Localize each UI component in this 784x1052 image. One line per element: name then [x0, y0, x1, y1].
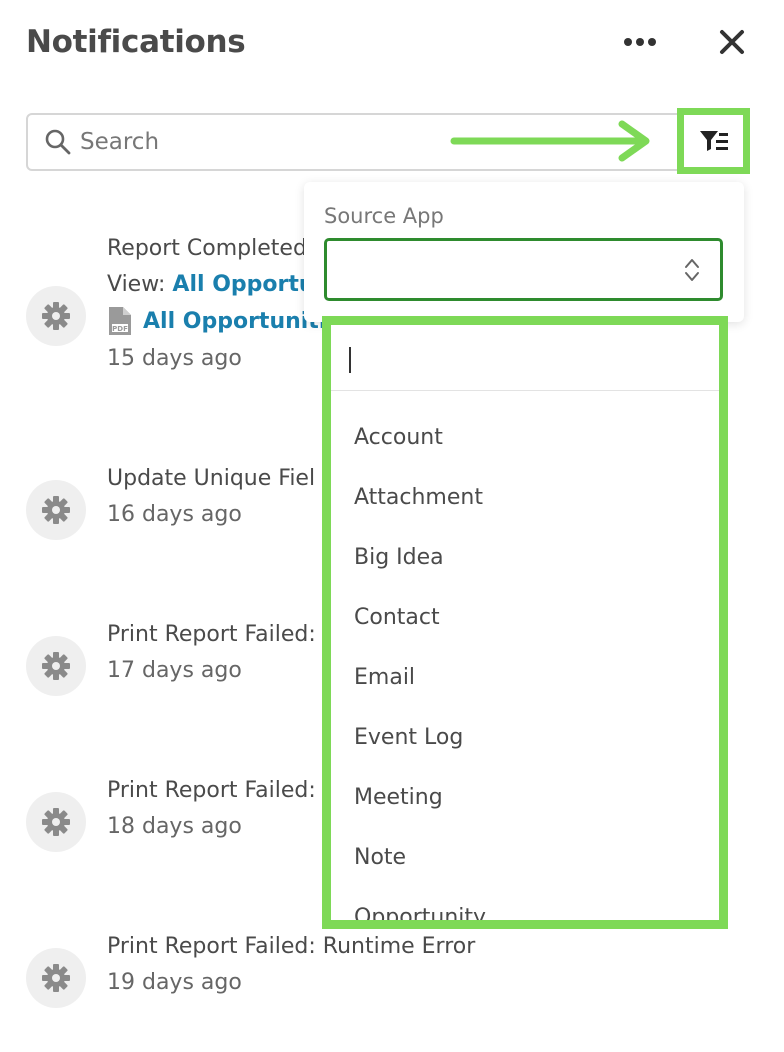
source-app-label: Source App — [324, 204, 444, 228]
notification-avatar — [26, 948, 86, 1008]
search-input[interactable] — [80, 125, 440, 159]
filter-button[interactable] — [677, 108, 750, 174]
notification-title: Print Report Failed: Runtime Error — [107, 934, 476, 959]
source-app-dropdown: Account Attachment Big Idea Contact Emai… — [322, 316, 728, 929]
dropdown-option[interactable]: Opportunity — [354, 905, 486, 920]
view-label: View: — [107, 272, 173, 297]
dropdown-option[interactable]: Event Log — [354, 725, 463, 750]
page-title: Notifications — [26, 24, 246, 60]
notification-time: 15 days ago — [107, 346, 242, 371]
view-link[interactable]: All Opportu — [172, 272, 314, 297]
notifications-panel: Notifications Search Report Completed Vi… — [0, 0, 784, 1052]
gear-icon — [42, 808, 70, 836]
close-button[interactable] — [712, 22, 752, 62]
dropdown-option[interactable]: Note — [354, 845, 406, 870]
gear-icon — [42, 496, 70, 524]
dropdown-option[interactable]: Attachment — [354, 485, 483, 510]
dropdown-option[interactable]: Contact — [354, 605, 440, 630]
notification-avatar — [26, 286, 86, 346]
ellipsis-icon — [624, 38, 656, 46]
text-cursor — [349, 347, 351, 373]
dropdown-option[interactable]: Meeting — [354, 785, 443, 810]
notification-title: Report Completed — [107, 236, 307, 261]
dropdown-option[interactable]: Account — [354, 425, 443, 450]
pdf-file-icon: PDF — [109, 307, 131, 335]
notification-title: Update Unique Fiel — [107, 466, 316, 491]
notification-avatar — [26, 480, 86, 540]
notification-time: 16 days ago — [107, 502, 242, 527]
dropdown-option[interactable]: Email — [354, 665, 415, 690]
svg-text:PDF: PDF — [112, 325, 128, 333]
dropdown-search-input[interactable] — [331, 325, 719, 391]
search-icon — [45, 129, 71, 155]
gear-icon — [42, 964, 70, 992]
gear-icon — [42, 302, 70, 330]
notification-avatar — [26, 792, 86, 852]
notification-view-line: View: All Opportu — [107, 272, 315, 297]
source-app-select[interactable] — [324, 238, 723, 301]
close-icon — [720, 30, 744, 54]
more-options-button[interactable] — [618, 24, 662, 60]
dropdown-option[interactable]: Big Idea — [354, 545, 444, 570]
filter-icon — [699, 131, 728, 151]
notification-time: 19 days ago — [107, 970, 242, 995]
notification-time: 17 days ago — [107, 658, 242, 683]
notification-title: Print Report Failed: — [107, 622, 316, 647]
annotation-arrow-icon — [450, 120, 650, 162]
gear-icon — [42, 652, 70, 680]
notification-title: Print Report Failed: — [107, 778, 316, 803]
select-arrows-icon — [685, 259, 699, 281]
filter-popover: Source App — [304, 182, 744, 322]
notification-avatar — [26, 636, 86, 696]
notification-time: 18 days ago — [107, 814, 242, 839]
